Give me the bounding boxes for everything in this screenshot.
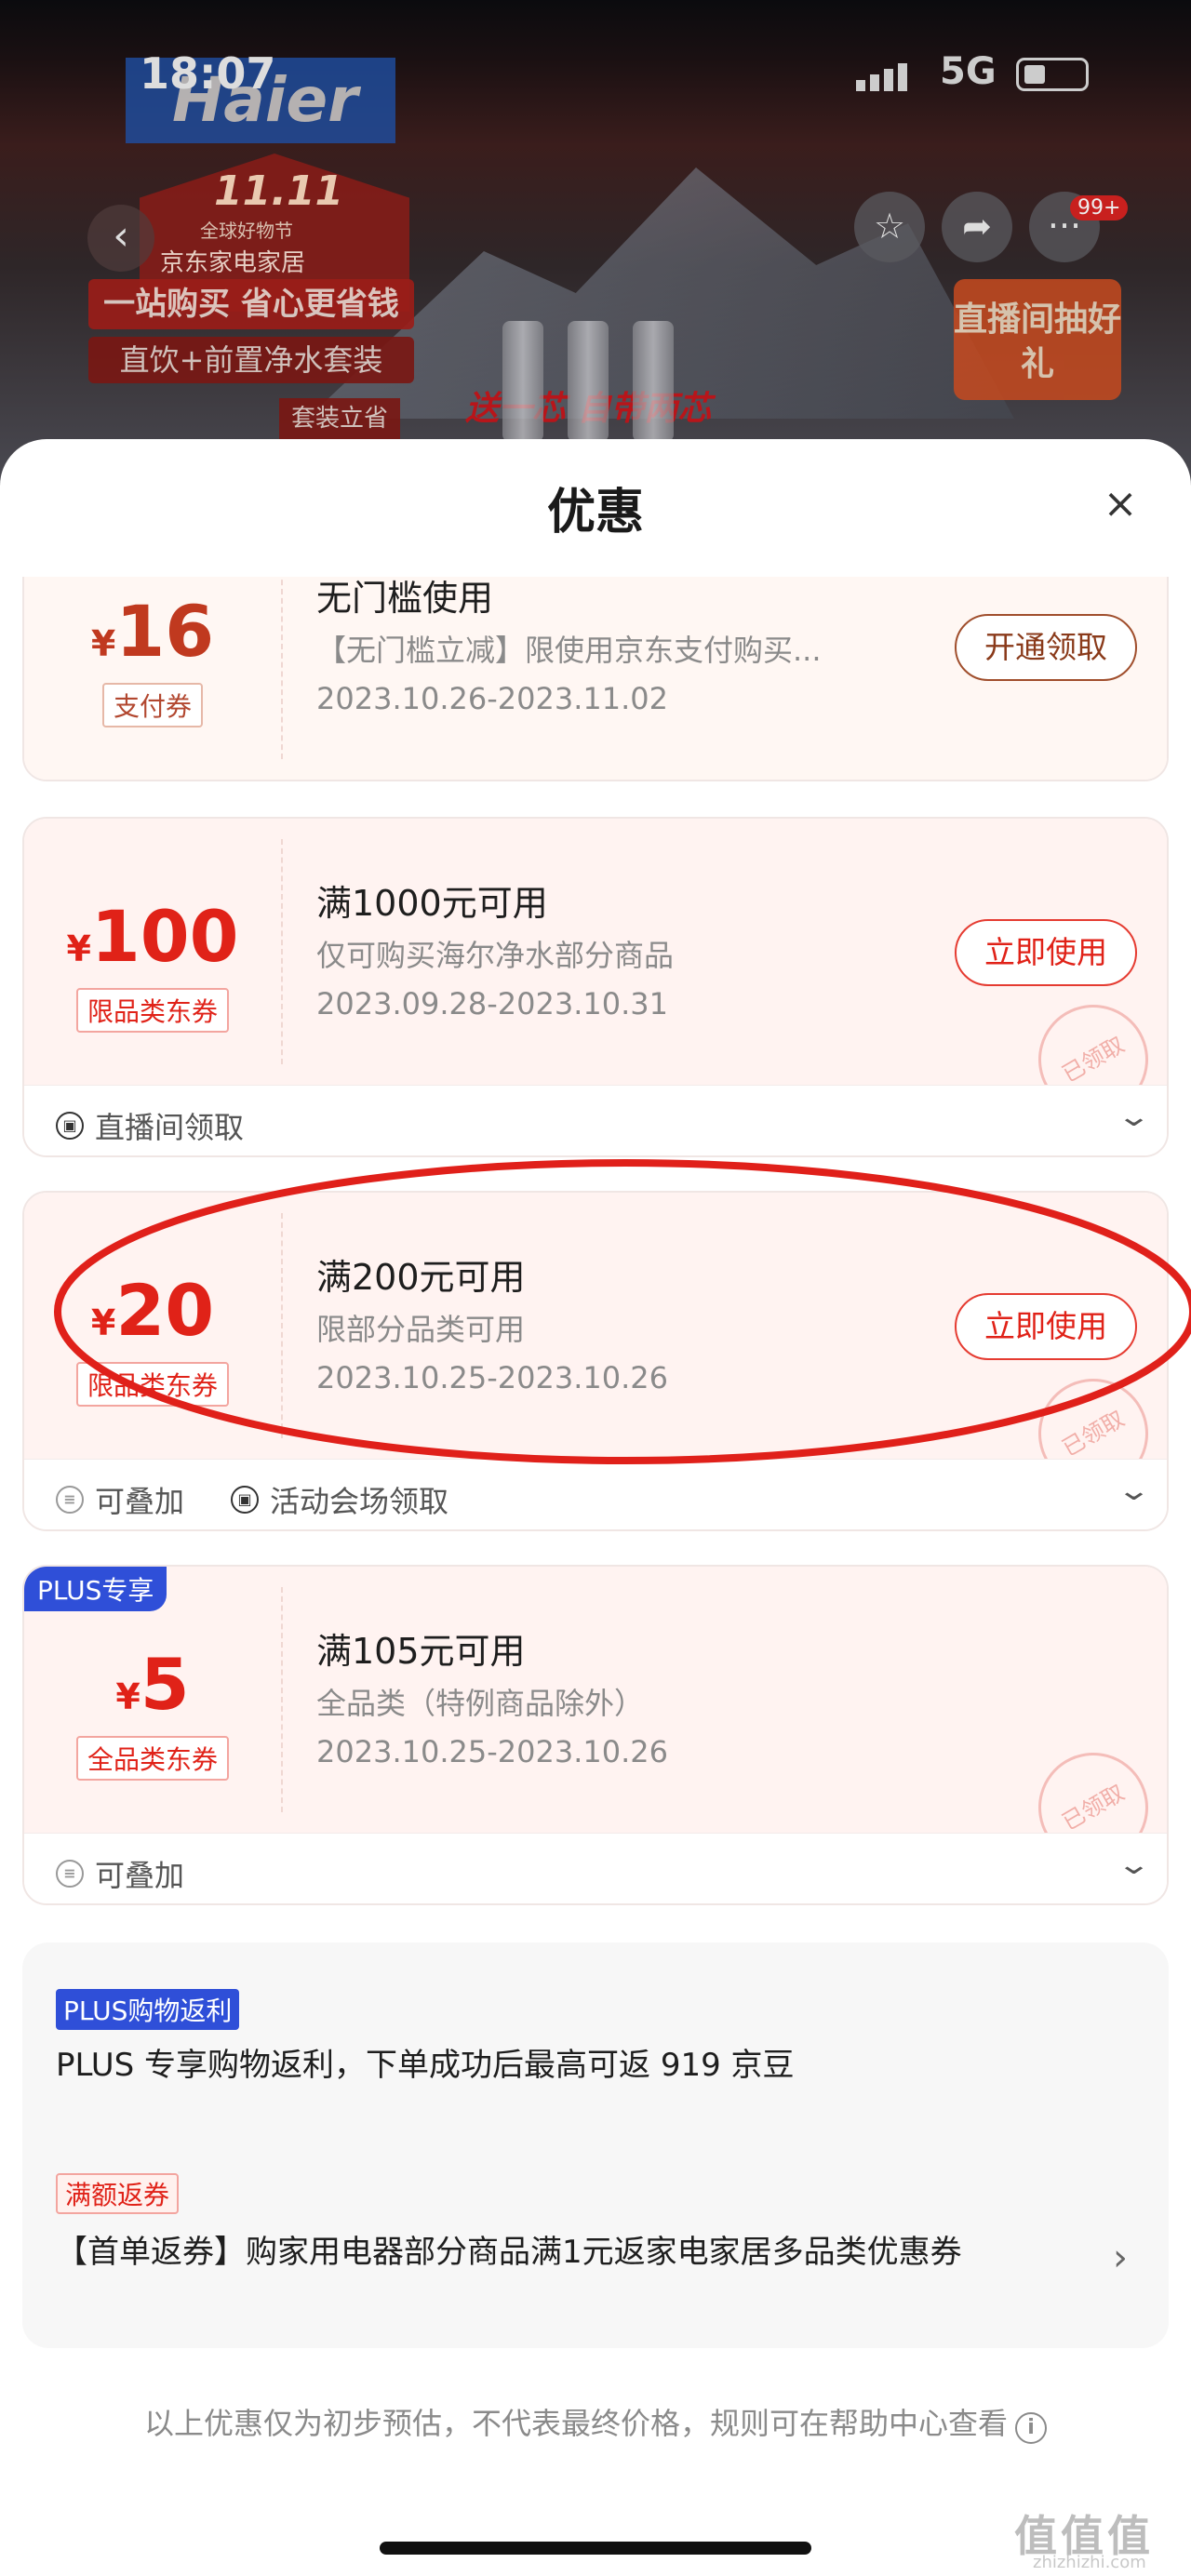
plus-exclusive-badge: PLUS专享 xyxy=(24,1567,167,1611)
highlight-annotation xyxy=(54,1159,1191,1464)
home-indicator xyxy=(380,2542,811,2555)
highlight-ellipse xyxy=(54,1159,1191,1464)
watermark-url: zhizhizhi.com xyxy=(1033,2553,1146,2572)
